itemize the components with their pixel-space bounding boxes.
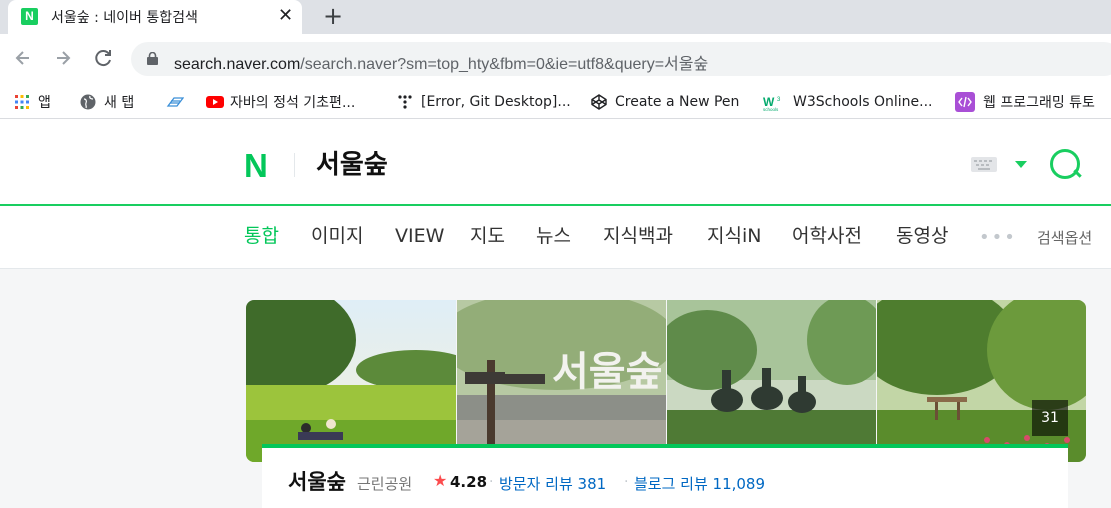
tab-encyclopedia[interactable]: 지식백과 <box>603 223 673 249</box>
tab-knowledge-in[interactable]: 지식iN <box>707 223 761 249</box>
apps-grid-icon <box>14 94 30 110</box>
photo-count-badge[interactable]: 31 <box>1032 400 1068 436</box>
url-host: search.naver.com <box>174 56 301 73</box>
bookmark-new-tab[interactable]: 새 탭 <box>80 86 134 118</box>
bookmark-label: 앱 <box>38 95 51 111</box>
search-input[interactable]: 서울숲 <box>316 148 388 182</box>
back-arrow-icon[interactable] <box>9 44 37 72</box>
code-icon <box>955 92 975 112</box>
star-icon: ★ <box>433 471 448 490</box>
bookmark-label: [Error, Git Desktop]... <box>421 94 571 110</box>
address-bar[interactable]: search.naver.com/search.naver?sm=top_hty… <box>131 42 1111 76</box>
tab-view[interactable]: VIEW <box>395 223 444 249</box>
tab-video[interactable]: 동영상 <box>896 223 948 249</box>
browser-toolbar: search.naver.com/search.naver?sm=top_hty… <box>0 34 1111 86</box>
tab-images[interactable]: 이미지 <box>311 223 363 249</box>
globe-icon <box>80 94 96 110</box>
bookmark-label: 웹 프로그래밍 튜토 <box>983 95 1095 111</box>
bookmark-codepen[interactable]: Create a New Pen <box>591 86 739 118</box>
w3schools-icon: W 3 schools <box>763 94 785 112</box>
bookmark-web-tutorial[interactable]: 웹 프로그래밍 튜토 <box>955 86 1095 118</box>
tab-news[interactable]: 뉴스 <box>536 223 571 249</box>
logo-divider <box>294 153 295 177</box>
tab-dictionary[interactable]: 어학사전 <box>792 223 862 249</box>
tab-title: 서울숲 : 네이버 통합검색 <box>51 10 198 26</box>
bookmark-label: W3Schools Online... <box>793 94 933 110</box>
svg-text:3: 3 <box>777 97 781 103</box>
place-category: 근린공원 <box>357 475 413 493</box>
bookmark-git-error[interactable]: [Error, Git Desktop]... <box>397 86 571 118</box>
bookmark-apps[interactable]: 앱 <box>14 86 51 118</box>
new-tab-icon[interactable]: + <box>323 3 343 29</box>
naver-header <box>0 119 1111 206</box>
bookmark-label: 자바의 정석 기초편... <box>230 95 356 111</box>
bookmark-w3schools[interactable]: W 3 schools W3Schools Online... <box>763 86 932 118</box>
url-path: /search.naver?sm=top_hty&fbm=0&ie=utf8&q… <box>300 56 709 73</box>
place-name[interactable]: 서울숲 <box>288 468 346 496</box>
place-photo[interactable]: 서울숲 <box>457 300 666 462</box>
naver-favicon-icon: N <box>21 8 38 25</box>
svg-text:서울숲: 서울숲 <box>552 349 662 395</box>
separator-dot: · <box>624 474 629 490</box>
reload-icon[interactable] <box>89 44 117 72</box>
tab-integrated[interactable]: 통합 <box>244 223 279 249</box>
place-photo[interactable] <box>877 300 1086 462</box>
svg-text:schools: schools <box>763 107 779 112</box>
place-photo[interactable] <box>246 300 456 462</box>
place-photo[interactable] <box>667 300 876 462</box>
url-text: search.naver.com/search.naver?sm=top_hty… <box>174 50 708 74</box>
youtube-icon <box>206 94 224 110</box>
keyboard-icon[interactable] <box>971 157 997 172</box>
bookmarks-bar: 앱 새 탭 자바의 정석 기초편... [Error, Git Desktop]… <box>0 86 1111 119</box>
chevron-down-icon[interactable] <box>1015 161 1027 168</box>
tab-map[interactable]: 지도 <box>470 223 505 249</box>
close-tab-icon[interactable]: ✕ <box>278 5 293 27</box>
lock-icon <box>147 52 158 65</box>
browser-tab-bar: N 서울숲 : 네이버 통합검색 ✕ + <box>0 0 1111 34</box>
forward-arrow-icon[interactable] <box>49 44 77 72</box>
bookmark-label: Create a New Pen <box>615 94 740 110</box>
more-tabs-icon[interactable]: ••• <box>979 227 1017 248</box>
separator-dot: · <box>489 474 494 490</box>
codepen-icon <box>591 94 607 110</box>
browser-tab[interactable]: N 서울숲 : 네이버 통합검색 ✕ <box>8 0 302 34</box>
naver-logo[interactable]: N <box>244 149 268 182</box>
blog-review-link[interactable]: 블로그 리뷰 11,089 <box>634 473 765 494</box>
bookmark-youtube[interactable]: 자바의 정석 기초편... <box>206 86 355 118</box>
dots-icon <box>397 94 413 110</box>
bookmark-layers[interactable] <box>166 86 190 118</box>
place-photo-strip[interactable]: 서울숲 <box>246 300 1086 462</box>
bookmark-label: 새 탭 <box>104 95 135 111</box>
search-options-button[interactable]: 검색옵션 <box>1037 227 1092 248</box>
place-rating: 4.28 <box>450 473 488 491</box>
layers-icon <box>166 94 185 110</box>
visitor-review-link[interactable]: 방문자 리뷰 381 <box>499 473 606 494</box>
